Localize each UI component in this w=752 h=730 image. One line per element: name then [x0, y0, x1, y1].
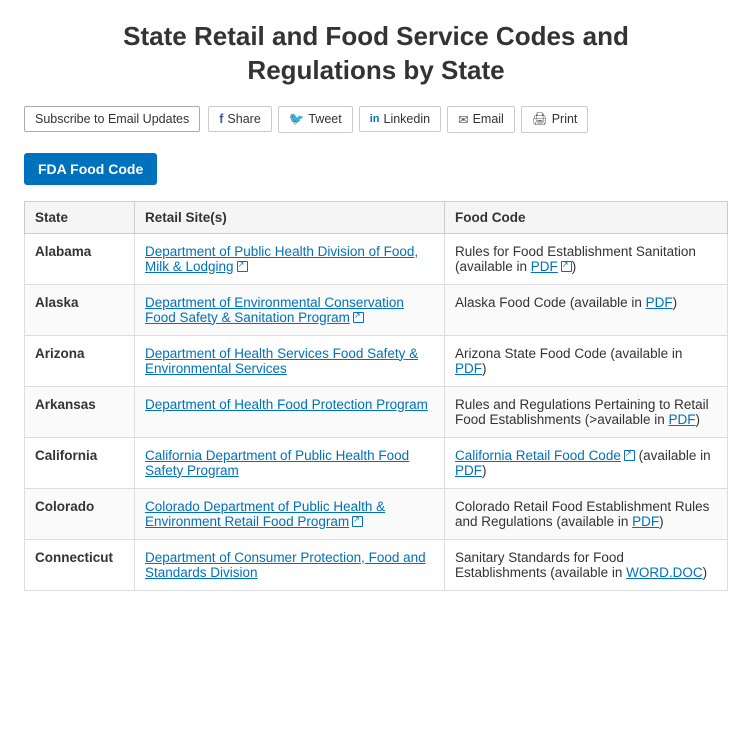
facebook-icon: f	[219, 112, 223, 126]
retail-cell: Department of Health Services Food Safet…	[135, 335, 445, 386]
twitter-icon: 🐦	[289, 112, 305, 127]
retail-site-link[interactable]: Department of Environmental Conservation…	[145, 295, 404, 325]
state-food-codes-table: State Retail Site(s) Food Code Alabama De…	[24, 201, 728, 591]
table-row: Alabama Department of Public Health Divis…	[25, 233, 728, 284]
retail-cell: Department of Public Health Division of …	[135, 233, 445, 284]
food-code-pdf-link[interactable]: PDF	[632, 514, 659, 529]
food-code-cell: Rules for Food Establishment Sanitation …	[445, 233, 728, 284]
food-code-main-link[interactable]: California Retail Food Code	[455, 448, 621, 463]
state-cell: California	[25, 437, 135, 488]
retail-cell: California Department of Public Health F…	[135, 437, 445, 488]
food-code-cell: California Retail Food Code (available i…	[445, 437, 728, 488]
retail-site-link[interactable]: Department of Public Health Division of …	[145, 244, 418, 274]
col-header-retail: Retail Site(s)	[135, 201, 445, 233]
table-row: Arizona Department of Health Services Foo…	[25, 335, 728, 386]
retail-site-link[interactable]: Department of Consumer Protection, Food …	[145, 550, 426, 580]
state-cell: Arkansas	[25, 386, 135, 437]
table-row: California California Department of Publi…	[25, 437, 728, 488]
external-link-icon	[352, 516, 363, 527]
food-code-cell: Sanitary Standards for Food Establishmen…	[445, 539, 728, 590]
share-twitter-button[interactable]: 🐦 Tweet	[278, 106, 353, 133]
state-cell: Alaska	[25, 284, 135, 335]
table-header-row: State Retail Site(s) Food Code	[25, 201, 728, 233]
external-link-icon	[353, 312, 364, 323]
food-code-pdf-link[interactable]: PDF	[646, 295, 673, 310]
retail-cell: Department of Consumer Protection, Food …	[135, 539, 445, 590]
print-button[interactable]: 🖨 Print	[521, 106, 589, 133]
state-cell: Colorado	[25, 488, 135, 539]
food-code-pdf-link[interactable]: PDF	[669, 412, 696, 427]
food-code-pdf-link[interactable]: WORD.DOC	[626, 565, 703, 580]
table-row: Colorado Colorado Department of Public He…	[25, 488, 728, 539]
state-cell: Arizona	[25, 335, 135, 386]
share-facebook-button[interactable]: f Share	[208, 106, 272, 132]
retail-site-link[interactable]: Colorado Department of Public Health & E…	[145, 499, 385, 529]
table-row: Arkansas Department of Health Food Protec…	[25, 386, 728, 437]
food-code-cell: Rules and Regulations Pertaining to Reta…	[445, 386, 728, 437]
state-cell: Alabama	[25, 233, 135, 284]
food-code-pdf-link[interactable]: PDF	[531, 259, 558, 274]
print-icon: 🖨	[532, 112, 548, 127]
fda-food-code-button[interactable]: FDA Food Code	[24, 153, 157, 185]
state-cell: Connecticut	[25, 539, 135, 590]
share-email-button[interactable]: ✉ Email	[447, 106, 515, 133]
external-link-icon	[561, 261, 572, 272]
retail-site-link[interactable]: California Department of Public Health F…	[145, 448, 409, 478]
retail-site-link[interactable]: Department of Health Food Protection Pro…	[145, 397, 428, 412]
external-link-icon	[624, 450, 635, 461]
toolbar: Subscribe to Email Updates f Share 🐦 Twe…	[24, 106, 728, 133]
page-title: State Retail and Food Service Codes and …	[24, 20, 728, 88]
food-code-cell: Alaska Food Code (available in PDF)	[445, 284, 728, 335]
food-code-cell: Colorado Retail Food Establishment Rules…	[445, 488, 728, 539]
food-code-cell: Arizona State Food Code (available in PD…	[445, 335, 728, 386]
linkedin-icon: in	[370, 113, 380, 125]
share-buttons: f Share 🐦 Tweet in Linkedin ✉ Email 🖨 Pr…	[208, 106, 588, 133]
external-link-icon	[237, 261, 248, 272]
retail-site-link[interactable]: Department of Health Services Food Safet…	[145, 346, 418, 376]
col-header-food-code: Food Code	[445, 201, 728, 233]
table-row: Connecticut Department of Consumer Protec…	[25, 539, 728, 590]
share-linkedin-button[interactable]: in Linkedin	[359, 106, 441, 132]
food-code-pdf-link[interactable]: PDF	[455, 361, 482, 376]
email-icon: ✉	[458, 112, 468, 127]
food-code-pdf-link[interactable]: PDF	[455, 463, 482, 478]
subscribe-button[interactable]: Subscribe to Email Updates	[24, 106, 200, 132]
retail-cell: Colorado Department of Public Health & E…	[135, 488, 445, 539]
retail-cell: Department of Health Food Protection Pro…	[135, 386, 445, 437]
col-header-state: State	[25, 201, 135, 233]
table-row: Alaska Department of Environmental Conser…	[25, 284, 728, 335]
retail-cell: Department of Environmental Conservation…	[135, 284, 445, 335]
